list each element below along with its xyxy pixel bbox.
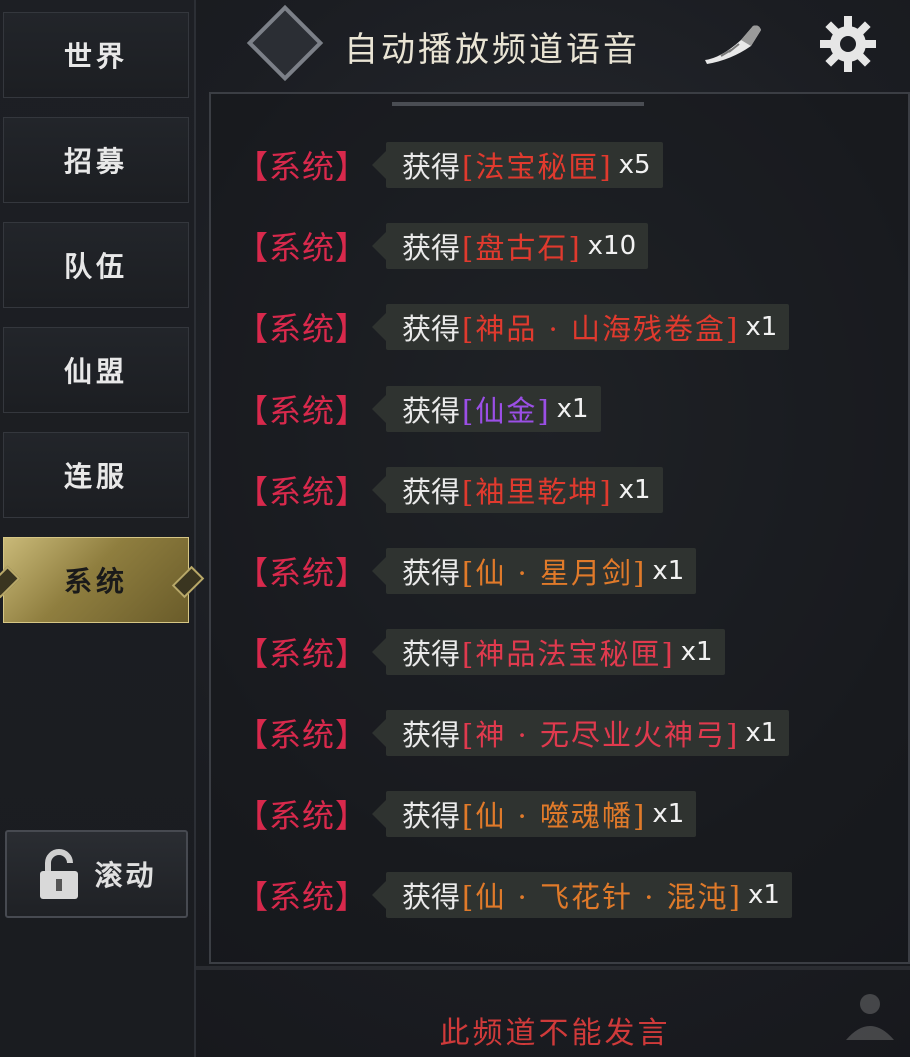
panel-divider [392, 102, 644, 106]
item-quantity: x1 [747, 880, 780, 910]
message-bubble: 获得 [仙 · 噬魂幡] x1 [386, 791, 697, 837]
item-quantity: x1 [652, 556, 685, 586]
tab-system[interactable]: 系统 [3, 537, 189, 623]
item-quantity: x1 [556, 394, 589, 424]
tab-team[interactable]: 队伍 [3, 222, 189, 308]
auto-play-voice-title: 自动播放频道语音 [344, 30, 640, 70]
message-row: 【系统】 获得 [仙 · 星月剑] x1 [236, 548, 697, 594]
message-row: 【系统】 获得 [法宝秘匣] x5 [236, 142, 663, 188]
bubble-arrow [372, 313, 386, 341]
item-quantity: x1 [680, 637, 713, 667]
scroll-label: 滚动 [94, 859, 157, 892]
message-prefix: 获得 [402, 556, 461, 590]
item-link[interactable]: [仙金] [462, 388, 551, 430]
message-prefix: 获得 [402, 312, 461, 346]
footer-divider [196, 966, 910, 970]
diamond-icon [246, 4, 324, 82]
chat-header: 自动播放频道语音 [196, 0, 910, 92]
message-row: 【系统】 获得 [神品法宝秘匣] x1 [236, 629, 725, 675]
message-bubble: 获得 [仙 · 飞花针 · 混沌] x1 [386, 872, 792, 918]
bubble-arrow [372, 638, 386, 666]
gear-icon[interactable] [818, 14, 878, 78]
system-tag: 【系统】 [236, 310, 369, 348]
item-link[interactable]: [袖里乾坤] [462, 469, 613, 511]
system-tag: 【系统】 [236, 229, 369, 267]
system-tag: 【系统】 [236, 635, 369, 673]
bubble-arrow [372, 719, 386, 747]
system-tag: 【系统】 [236, 473, 369, 511]
tab-cross-server[interactable]: 连服 [3, 432, 189, 518]
system-tag: 【系统】 [236, 716, 369, 754]
message-bubble: 获得 [仙金] x1 [386, 386, 601, 432]
bubble-arrow [372, 232, 386, 260]
item-quantity: x1 [618, 475, 651, 505]
bubble-arrow [372, 476, 386, 504]
system-tag: 【系统】 [236, 392, 369, 430]
message-row: 【系统】 获得 [仙金] x1 [236, 386, 601, 432]
message-prefix: 获得 [402, 880, 461, 914]
lock-icon [36, 847, 82, 901]
message-prefix: 获得 [402, 718, 461, 752]
system-tag: 【系统】 [236, 878, 369, 916]
item-link[interactable]: [盘古石] [462, 225, 582, 267]
bubble-arrow [372, 800, 386, 828]
message-prefix: 获得 [402, 799, 461, 833]
item-quantity: x5 [618, 150, 651, 180]
message-prefix: 获得 [402, 475, 461, 509]
message-prefix: 获得 [402, 637, 461, 671]
item-link[interactable]: [神 · 无尽业火神弓] [462, 712, 739, 754]
channel-sidebar: 世界 招募 队伍 仙盟 连服 系统 滚动 [0, 0, 196, 1057]
system-tag: 【系统】 [236, 554, 369, 592]
system-tag: 【系统】 [236, 148, 369, 186]
emblem-icon [838, 984, 902, 1052]
horn-icon[interactable] [701, 20, 765, 70]
message-row: 【系统】 获得 [盘古石] x10 [236, 223, 649, 269]
item-link[interactable]: [仙 · 星月剑] [462, 550, 646, 592]
message-prefix: 获得 [402, 231, 461, 265]
bubble-arrow [372, 881, 386, 909]
item-quantity: x1 [652, 799, 685, 829]
message-bubble: 获得 [神 · 无尽业火神弓] x1 [386, 710, 790, 756]
item-quantity: x1 [745, 312, 778, 342]
message-row: 【系统】 获得 [神 · 无尽业火神弓] x1 [236, 710, 790, 756]
message-row: 【系统】 获得 [仙 · 飞花针 · 混沌] x1 [236, 872, 792, 918]
message-bubble: 获得 [神品 · 山海残卷盒] x1 [386, 304, 790, 350]
tab-world[interactable]: 世界 [3, 12, 189, 98]
item-link[interactable]: [仙 · 飞花针 · 混沌] [462, 874, 742, 916]
tab-recruit[interactable]: 招募 [3, 117, 189, 203]
item-quantity: x10 [587, 231, 637, 261]
tab-guild[interactable]: 仙盟 [3, 327, 189, 413]
bubble-arrow [372, 151, 386, 179]
cannot-speak-notice: 此频道不能发言 [439, 1016, 671, 1051]
scroll-lock-button[interactable]: 滚动 [5, 830, 188, 918]
message-row: 【系统】 获得 [袖里乾坤] x1 [236, 467, 663, 513]
message-row: 【系统】 获得 [神品 · 山海残卷盒] x1 [236, 304, 790, 350]
item-link[interactable]: [法宝秘匣] [462, 144, 613, 186]
bubble-arrow [372, 557, 386, 585]
message-bubble: 获得 [神品法宝秘匣] x1 [386, 629, 725, 675]
item-link[interactable]: [仙 · 噬魂幡] [462, 793, 646, 835]
message-prefix: 获得 [402, 394, 461, 428]
message-bubble: 获得 [法宝秘匣] x5 [386, 142, 663, 188]
system-tag: 【系统】 [236, 797, 369, 835]
item-link[interactable]: [神品 · 山海残卷盒] [462, 306, 739, 348]
message-bubble: 获得 [袖里乾坤] x1 [386, 467, 663, 513]
message-prefix: 获得 [402, 150, 461, 184]
message-row: 【系统】 获得 [仙 · 噬魂幡] x1 [236, 791, 697, 837]
item-quantity: x1 [745, 718, 778, 748]
item-link[interactable]: [神品法宝秘匣] [462, 631, 675, 673]
message-bubble: 获得 [仙 · 星月剑] x1 [386, 548, 697, 594]
message-bubble: 获得 [盘古石] x10 [386, 223, 649, 269]
bubble-arrow [372, 395, 386, 423]
